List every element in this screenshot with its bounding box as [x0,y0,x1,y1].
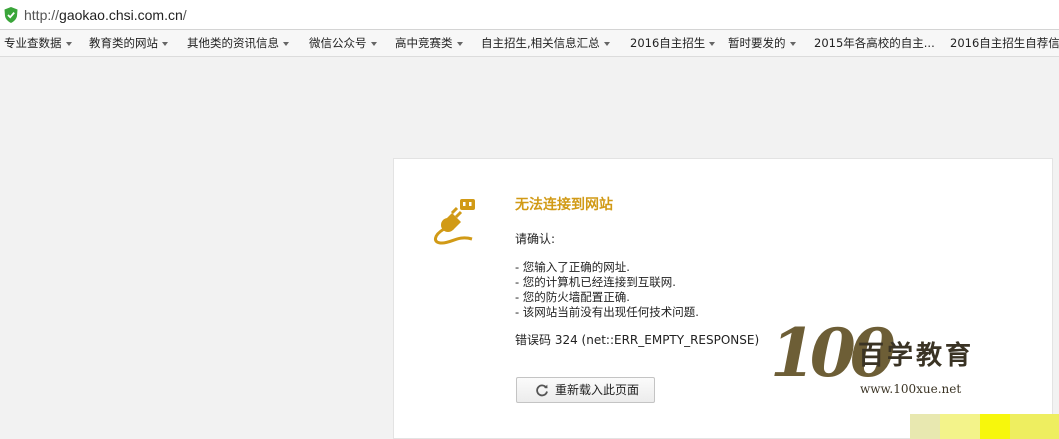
confirm-label: 请确认: [515,232,556,246]
url-text[interactable]: http://gaokao.chsi.com.cn/ [24,7,187,23]
address-bar[interactable]: http://gaokao.chsi.com.cn/ [0,0,1059,30]
chevron-down-icon [65,41,72,46]
bookmark-label: 专业查数据 [4,36,62,50]
bookmarks-bar: 专业查数据 教育类的网站 其他类的资讯信息 微信公众号 高中竞赛类 自主招生,相… [0,30,1059,57]
bookmark-label: 微信公众号 [309,36,367,50]
error-code: 错误码 324 (net::ERR_EMPTY_RESPONSE) [515,333,760,347]
bookmark-folder[interactable]: 微信公众号 [309,30,377,56]
bookmark-label: 2016自主招生自荐信 [950,36,1059,50]
bookmark-label: 暂时要发的 [728,36,786,50]
bookmark-folder[interactable]: 高中竞赛类 [395,30,463,56]
list-item: - 您的计算机已经连接到互联网. [515,275,676,289]
refresh-icon [536,384,548,397]
reload-label: 重新载入此页面 [555,383,640,397]
chevron-down-icon [370,41,377,46]
bookmark-folder[interactable]: 专业查数据 [4,30,72,56]
bookmark-folder[interactable]: 自主招生,相关信息汇总 [481,30,610,56]
chevron-down-icon [709,41,716,46]
list-item: - 您输入了正确的网址. [515,260,630,274]
bookmark-label: 2016自主招生 [630,36,706,50]
bookmark-folder[interactable]: 2016自主招生 [630,30,716,56]
bookmark-link[interactable]: 2016自主招生自荐信 [950,30,1059,56]
chevron-down-icon [283,41,289,46]
watermark-url: www.100xue.net [860,382,962,396]
bookmark-link[interactable]: 2015年各高校的自主... [814,30,935,56]
bookmark-label: 自主招生,相关信息汇总 [481,36,600,50]
green-shield-icon [4,7,18,23]
error-title: 无法连接到网站 [515,197,613,213]
error-panel: 无法连接到网站 请确认: - 您输入了正确的网址. - 您的计算机已经连接到互联… [393,158,1053,439]
reload-button[interactable]: 重新载入此页面 [516,377,655,403]
unplugged-plug-icon [434,199,475,245]
bookmark-folder[interactable]: 其他类的资讯信息 [187,30,289,56]
bookmark-label: 教育类的网站 [89,36,158,50]
check-list: - 您输入了正确的网址. - 您的计算机已经连接到互联网. - 您的防火墙配置正… [515,260,699,320]
list-item: - 您的防火墙配置正确. [515,290,630,304]
chevron-down-icon [603,41,610,46]
chevron-down-icon [789,41,796,46]
url-host: gaokao.chsi.com.cn [59,7,183,23]
watermark-brand: 百学教育 [858,341,975,371]
chevron-down-icon [162,41,168,46]
bookmark-folder[interactable]: 教育类的网站 [89,30,168,56]
url-prefix: http:// [24,7,60,23]
list-item: - 该网站当前没有出现任何技术问题. [515,305,699,319]
chevron-down-icon [456,41,463,46]
url-suffix: / [182,7,187,23]
bookmark-label: 2015年各高校的自主... [814,36,935,50]
bookmark-label: 高中竞赛类 [395,36,453,50]
bookmark-label: 其他类的资讯信息 [187,36,279,50]
bookmark-folder[interactable]: 暂时要发的 [728,30,796,56]
watermark-color-blocks [910,414,1059,439]
